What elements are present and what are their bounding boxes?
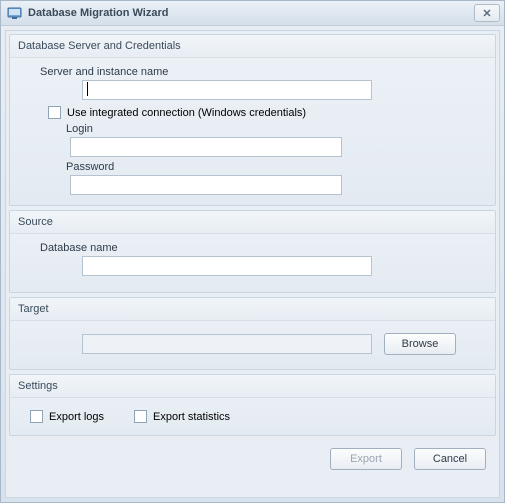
group-credentials: Database Server and Credentials Server a… [9, 34, 496, 206]
cancel-button[interactable]: Cancel [414, 448, 486, 470]
export-stats-checkbox[interactable] [134, 410, 147, 423]
integrated-auth-label: Use integrated connection (Windows crede… [67, 107, 306, 119]
group-settings-title: Settings [10, 375, 495, 398]
login-input[interactable] [70, 137, 342, 157]
group-credentials-title: Database Server and Credentials [10, 35, 495, 58]
browse-button[interactable]: Browse [384, 333, 456, 355]
export-button[interactable]: Export [330, 448, 402, 470]
group-settings: Settings Export logs Export statistics [9, 374, 496, 436]
database-name-label: Database name [40, 242, 483, 254]
database-name-input[interactable] [82, 256, 372, 276]
group-source: Source Database name [9, 210, 496, 293]
button-bar: Export Cancel [9, 440, 496, 474]
group-target-title: Target [10, 298, 495, 321]
close-button[interactable] [474, 4, 500, 22]
group-target: Target Browse [9, 297, 496, 370]
password-input[interactable] [70, 175, 342, 195]
export-logs-checkbox[interactable] [30, 410, 43, 423]
password-label: Password [66, 161, 483, 173]
close-icon [482, 8, 492, 18]
app-icon [7, 6, 23, 20]
integrated-auth-checkbox[interactable] [48, 106, 61, 119]
export-logs-label: Export logs [49, 411, 104, 423]
dialog-window: Database Migration Wizard Database Serve… [0, 0, 505, 503]
server-name-label: Server and instance name [40, 66, 483, 78]
server-name-input[interactable] [82, 80, 372, 100]
target-path-input[interactable] [82, 334, 372, 354]
export-stats-label: Export statistics [153, 411, 230, 423]
window-title: Database Migration Wizard [28, 7, 474, 19]
group-source-title: Source [10, 211, 495, 234]
titlebar: Database Migration Wizard [1, 1, 504, 26]
login-label: Login [66, 123, 483, 135]
